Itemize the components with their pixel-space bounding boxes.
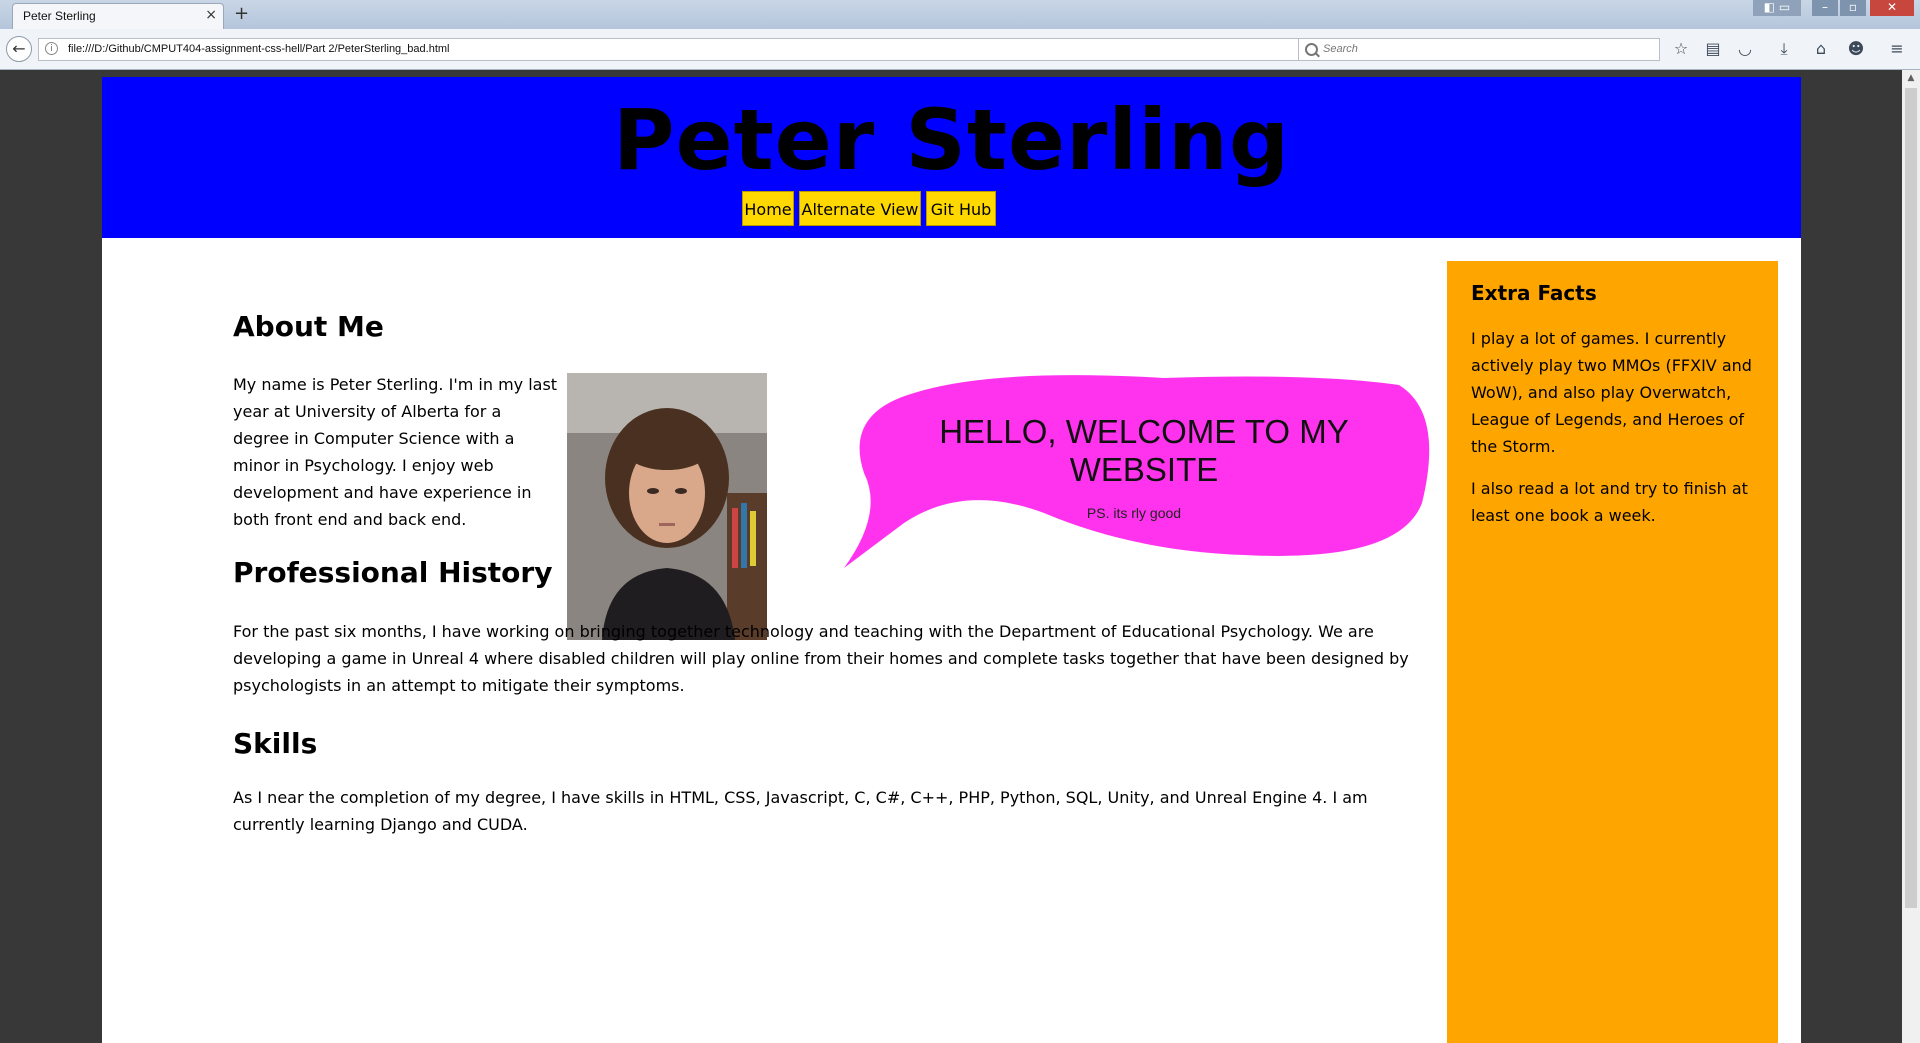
search-input[interactable]: Search	[1323, 43, 1358, 55]
browser-navigation-bar: ← i file:///D:/Github/CMPUT404-assignmen…	[0, 29, 1920, 70]
profile-photo	[567, 373, 767, 640]
browser-tab-strip: Peter Sterling × + ◧ ▭ – ▫ ✕	[0, 0, 1920, 29]
browser-tab[interactable]: Peter Sterling ×	[12, 3, 224, 29]
about-heading: About Me	[233, 310, 384, 343]
professional-history-paragraph: For the past six months, I have working …	[233, 622, 1409, 695]
url-text[interactable]: file:///D:/Github/CMPUT404-assignment-cs…	[68, 43, 450, 55]
search-icon	[1305, 43, 1318, 56]
home-icon[interactable]: ⌂	[1810, 38, 1832, 60]
pocket-icon[interactable]: ◡	[1734, 38, 1756, 60]
welcome-message: HELLO, WELCOME TO MY WEBSITE	[939, 413, 1349, 488]
minimize-button[interactable]: –	[1812, 0, 1838, 16]
extra-facts-sidebar: Extra Facts I play a lot of games. I cur…	[1447, 261, 1778, 1043]
skills-paragraph: As I near the completion of my degree, I…	[233, 788, 1368, 834]
menu-icon[interactable]: ≡	[1886, 38, 1908, 60]
skills-heading: Skills	[233, 727, 318, 760]
welcome-subtext: PS. its rly good	[1086, 505, 1182, 521]
bookmark-star-icon[interactable]: ☆	[1670, 38, 1692, 60]
speech-bubble: HELLO, WELCOME TO MY WEBSITE PS. its rly…	[844, 373, 1434, 573]
scroll-thumb[interactable]	[1905, 88, 1917, 908]
nav-alternate-view-link[interactable]: Alternate View	[799, 191, 921, 226]
info-icon[interactable]: i	[45, 42, 58, 55]
back-button[interactable]: ←	[6, 36, 32, 62]
about-paragraph: My name is Peter Sterling. I'm in my las…	[233, 375, 558, 529]
professional-history-heading: Professional History	[233, 556, 553, 589]
new-tab-button[interactable]: +	[234, 3, 249, 24]
nav-home-link[interactable]: Home	[742, 191, 794, 226]
tab-title: Peter Sterling	[23, 9, 96, 23]
back-arrow-icon: ←	[12, 39, 26, 58]
maximize-button[interactable]: ▫	[1840, 0, 1866, 16]
close-window-button[interactable]: ✕	[1870, 0, 1914, 16]
main-content: About Me My name is Peter Sterling. I'm …	[102, 238, 1442, 1043]
search-bar[interactable]: Search	[1298, 38, 1660, 61]
chat-icon[interactable]: ☻	[1845, 38, 1867, 60]
site-header: Peter Sterling Home Alternate View Git H…	[102, 77, 1801, 238]
site-title: Peter Sterling	[613, 91, 1290, 189]
web-page: Peter Sterling Home Alternate View Git H…	[102, 77, 1801, 1043]
tab-close-icon[interactable]: ×	[205, 7, 217, 23]
nav-github-link[interactable]: Git Hub	[926, 191, 996, 226]
page-scrollbar[interactable]: ▲	[1902, 70, 1920, 1043]
download-icon[interactable]: ⤓	[1773, 38, 1795, 60]
scroll-up-icon[interactable]: ▲	[1902, 70, 1920, 86]
extra-fact-reading: I also read a lot and try to finish at l…	[1471, 479, 1748, 525]
url-bar[interactable]: i file:///D:/Github/CMPUT404-assignment-…	[38, 38, 1328, 61]
reading-list-icon[interactable]: ▤	[1702, 38, 1724, 60]
extra-facts-heading: Extra Facts	[1471, 281, 1597, 305]
extra-fact-games: I play a lot of games. I currently activ…	[1471, 329, 1752, 456]
window-restore-tabs-icon[interactable]: ◧ ▭	[1753, 0, 1801, 16]
